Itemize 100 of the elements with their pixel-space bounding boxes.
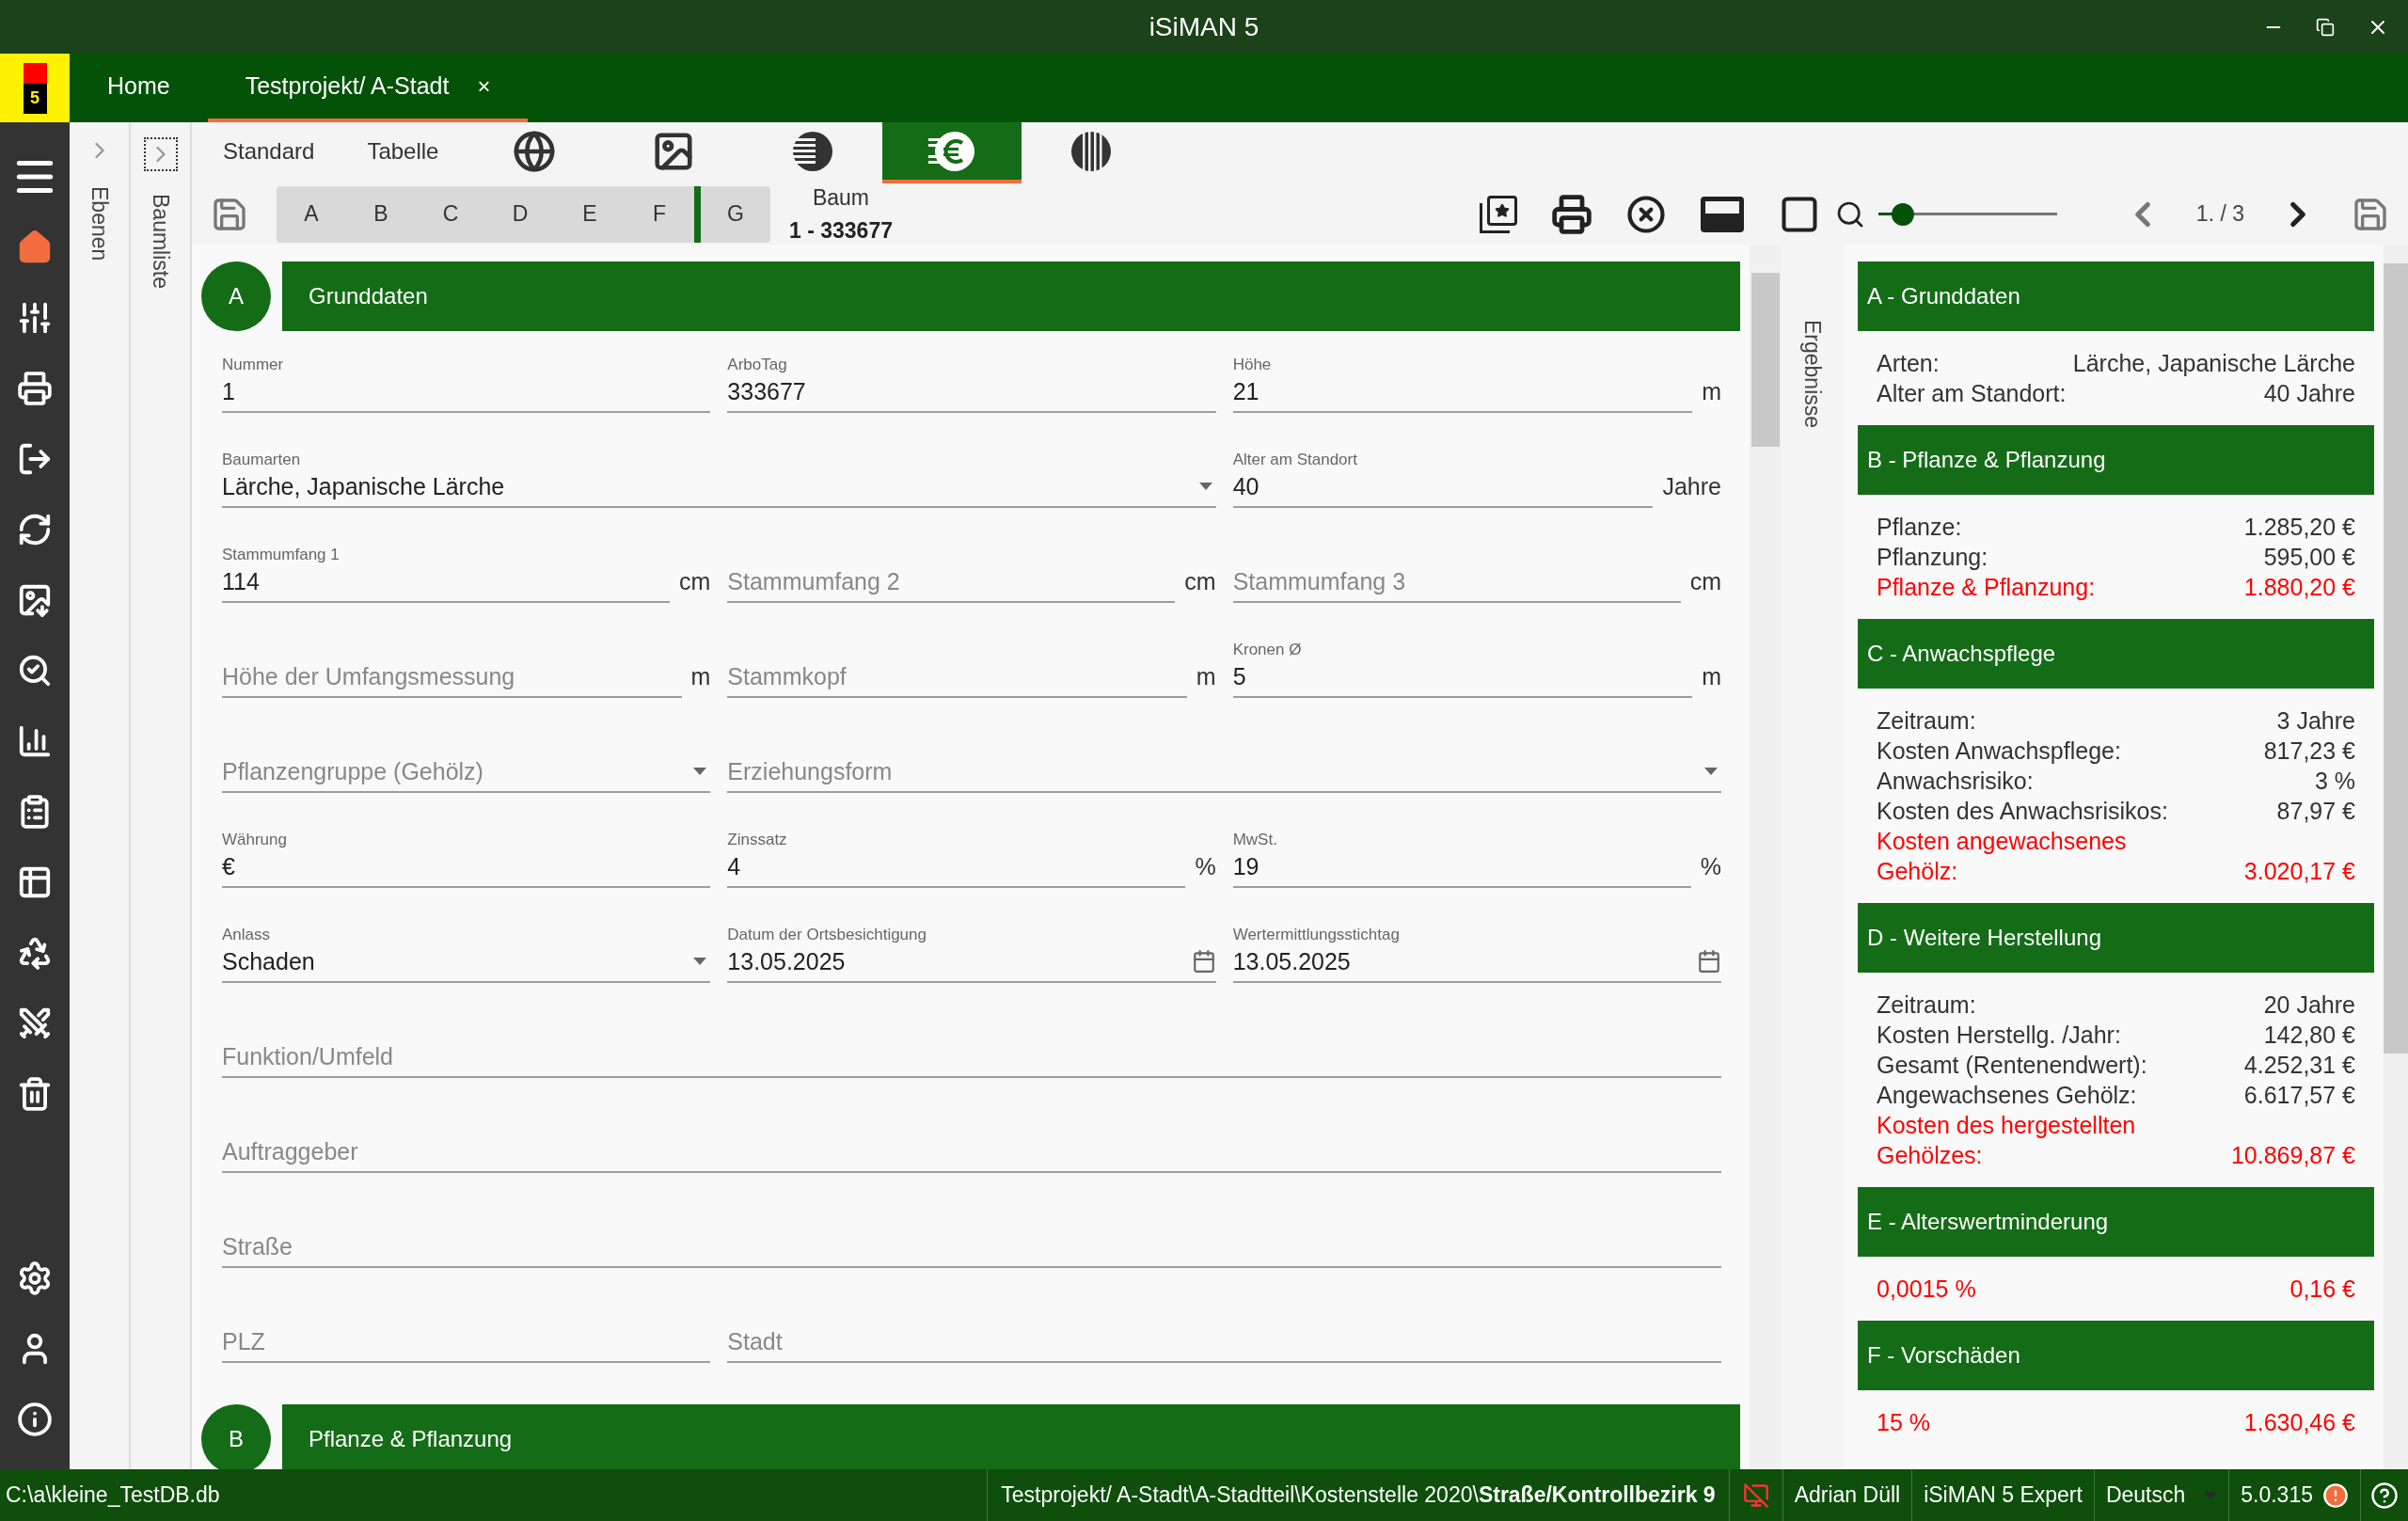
result-label: Kosten Anwachspflege: [1877, 737, 2121, 766]
unit-label: Jahre [1662, 471, 1721, 501]
section-tab[interactable]: C [416, 185, 485, 243]
unit-label: m [1702, 661, 1721, 691]
result-value: 3 Jahre [2276, 706, 2355, 736]
unit-label: m [690, 661, 711, 691]
side-panel-tab[interactable]: Ebenen [83, 186, 116, 261]
dropdown-caret-icon [693, 958, 707, 965]
result-value: 3.020,17 € [2243, 857, 2355, 886]
input-field[interactable]: Nummer 1 [222, 353, 711, 413]
section-letter: B [201, 1404, 271, 1469]
input-field[interactable]: ArboTag 333677 [727, 353, 1216, 413]
result-label: Zeitraum: [1877, 706, 1976, 736]
input-field[interactable]: MwSt. 19 [1232, 828, 1691, 888]
result-label: Angewachsenes Gehölz: [1877, 1081, 2137, 1110]
section-tab[interactable]: G [701, 185, 770, 243]
result-value: Lärche, Japanische Lärche [2072, 349, 2355, 378]
result-value: 142,80 € [2263, 1021, 2355, 1050]
result-header: E - Alterswertminderung [1858, 1187, 2374, 1257]
warning-icon[interactable] [2322, 1481, 2349, 1509]
result-label: Pflanze & Pflanzung: [1877, 573, 2096, 602]
date-field[interactable]: Wertermittlungsstichtag 13.05.2025 [1232, 923, 1721, 983]
panel-layout-icon[interactable] [1699, 195, 1745, 233]
caret-icon [2204, 1491, 2218, 1499]
document-tab[interactable]: Testprojekt/ A-Stadt × [207, 54, 529, 122]
input-field[interactable]: Zinssatz 4 [727, 828, 1186, 888]
result-value: 4.252,31 € [2243, 1051, 2355, 1080]
zoom-slider[interactable] [1877, 201, 2057, 227]
results-scrollbar[interactable] [2384, 245, 2408, 1469]
view-tab[interactable] [882, 122, 1022, 183]
euro-icon [928, 129, 976, 173]
result-value: 6.617,57 € [2243, 1081, 2355, 1110]
side-panel-tab[interactable]: Baumliste [144, 194, 177, 289]
section-tab[interactable]: B [346, 185, 416, 243]
database-path: C:\a\kleine_TestDB.db [5, 1481, 220, 1510]
globe-icon [513, 129, 557, 173]
input-field[interactable]: Kronen Ø 5 [1232, 638, 1693, 698]
result-value: 3 % [2314, 767, 2355, 796]
settings-icon[interactable] [17, 1260, 53, 1296]
app-logo: 5 [0, 54, 70, 122]
help-icon[interactable] [2370, 1481, 2399, 1510]
trash-icon[interactable] [17, 1075, 53, 1112]
tab-close-button[interactable]: × [477, 69, 491, 103]
result-label: Pflanzung: [1877, 543, 1988, 572]
document-tab[interactable]: Home [70, 54, 208, 122]
view-tab[interactable]: Tabelle [341, 122, 466, 183]
dropdown-caret-icon [1704, 768, 1718, 775]
result-header: D - Weitere Herstellung [1858, 903, 2374, 973]
section-header: Grunddaten [282, 261, 1740, 331]
language-select[interactable]: Deutsch [2093, 1469, 2229, 1521]
result-value: 20 Jahre [2263, 990, 2355, 1020]
result-label: Kosten Herstellg. /Jahr: [1877, 1021, 2121, 1050]
record-id: 1 - 333677 [789, 216, 893, 245]
result-label: Gesamt (Rentenendwert): [1877, 1051, 2147, 1080]
result-label: 0,0015 % [1877, 1275, 1976, 1304]
view-tab[interactable]: Standard [197, 122, 341, 183]
select-field[interactable]: Anlass Schaden [222, 923, 711, 983]
unit-label: m [1702, 376, 1721, 406]
slider-thumb[interactable] [1892, 202, 1915, 226]
result-header: B - Pflanze & Pflanzung [1858, 425, 2374, 495]
date-field[interactable]: Datum der Ortsbesichtigung 13.05.2025 [727, 923, 1216, 983]
dropdown-caret-icon [1198, 483, 1212, 490]
calendar-icon [1697, 949, 1721, 974]
select-field[interactable]: Baumarten Lärche, Japanische Lärche [222, 448, 1216, 508]
version-label: 5.0.315 [2241, 1481, 2313, 1510]
result-header: C - Anwachspflege [1858, 619, 2374, 689]
result-value: 0,16 € [2289, 1275, 2355, 1304]
restore-icon[interactable] [2316, 17, 2335, 37]
input-field[interactable]: Stammumfang 1 114 [222, 543, 670, 603]
form-scrollbar[interactable] [1750, 245, 1782, 1469]
striped-head-icon [791, 129, 835, 173]
unit-label: % [1700, 851, 1721, 881]
expand-button[interactable] [143, 137, 178, 171]
result-value: 1.880,20 € [2243, 573, 2355, 602]
section-tab[interactable]: D [485, 185, 555, 243]
input-field[interactable]: Höhe 21 [1232, 353, 1693, 413]
home-icon[interactable] [17, 229, 53, 265]
star-gallery-icon[interactable] [1479, 195, 1517, 233]
section-tab[interactable]: E [555, 185, 625, 243]
section-tab[interactable]: A [277, 185, 346, 243]
input-field[interactable]: Alter am Standort 40 [1232, 448, 1654, 508]
result-header: F - Vorschäden [1858, 1321, 2374, 1390]
input-field[interactable]: Währung € [222, 828, 711, 888]
result-value: 1.630,46 € [2243, 1408, 2355, 1437]
info-icon[interactable] [17, 1401, 53, 1437]
result-value: 10.869,87 € [2230, 1141, 2355, 1170]
result-value: 1.285,20 € [2243, 513, 2355, 542]
user-name: Adrian Düll [1782, 1469, 1912, 1521]
printer-icon[interactable] [17, 370, 53, 406]
result-label: Pflanze: [1877, 513, 1962, 542]
unit-label: cm [1689, 566, 1721, 596]
cancel-icon[interactable] [1625, 194, 1666, 234]
striped-circle-icon [1069, 129, 1114, 173]
results-panel-tab[interactable]: Ergebnisse [1796, 320, 1830, 1469]
page-counter: 1. / 3 [2195, 200, 2244, 229]
unit-label: m [1196, 661, 1216, 691]
section-tab[interactable]: F [625, 185, 694, 243]
result-label: Kosten des Anwachsrisikos: [1877, 797, 2168, 826]
printer-icon[interactable] [1550, 193, 1592, 235]
result-value: 817,23 € [2263, 737, 2355, 766]
